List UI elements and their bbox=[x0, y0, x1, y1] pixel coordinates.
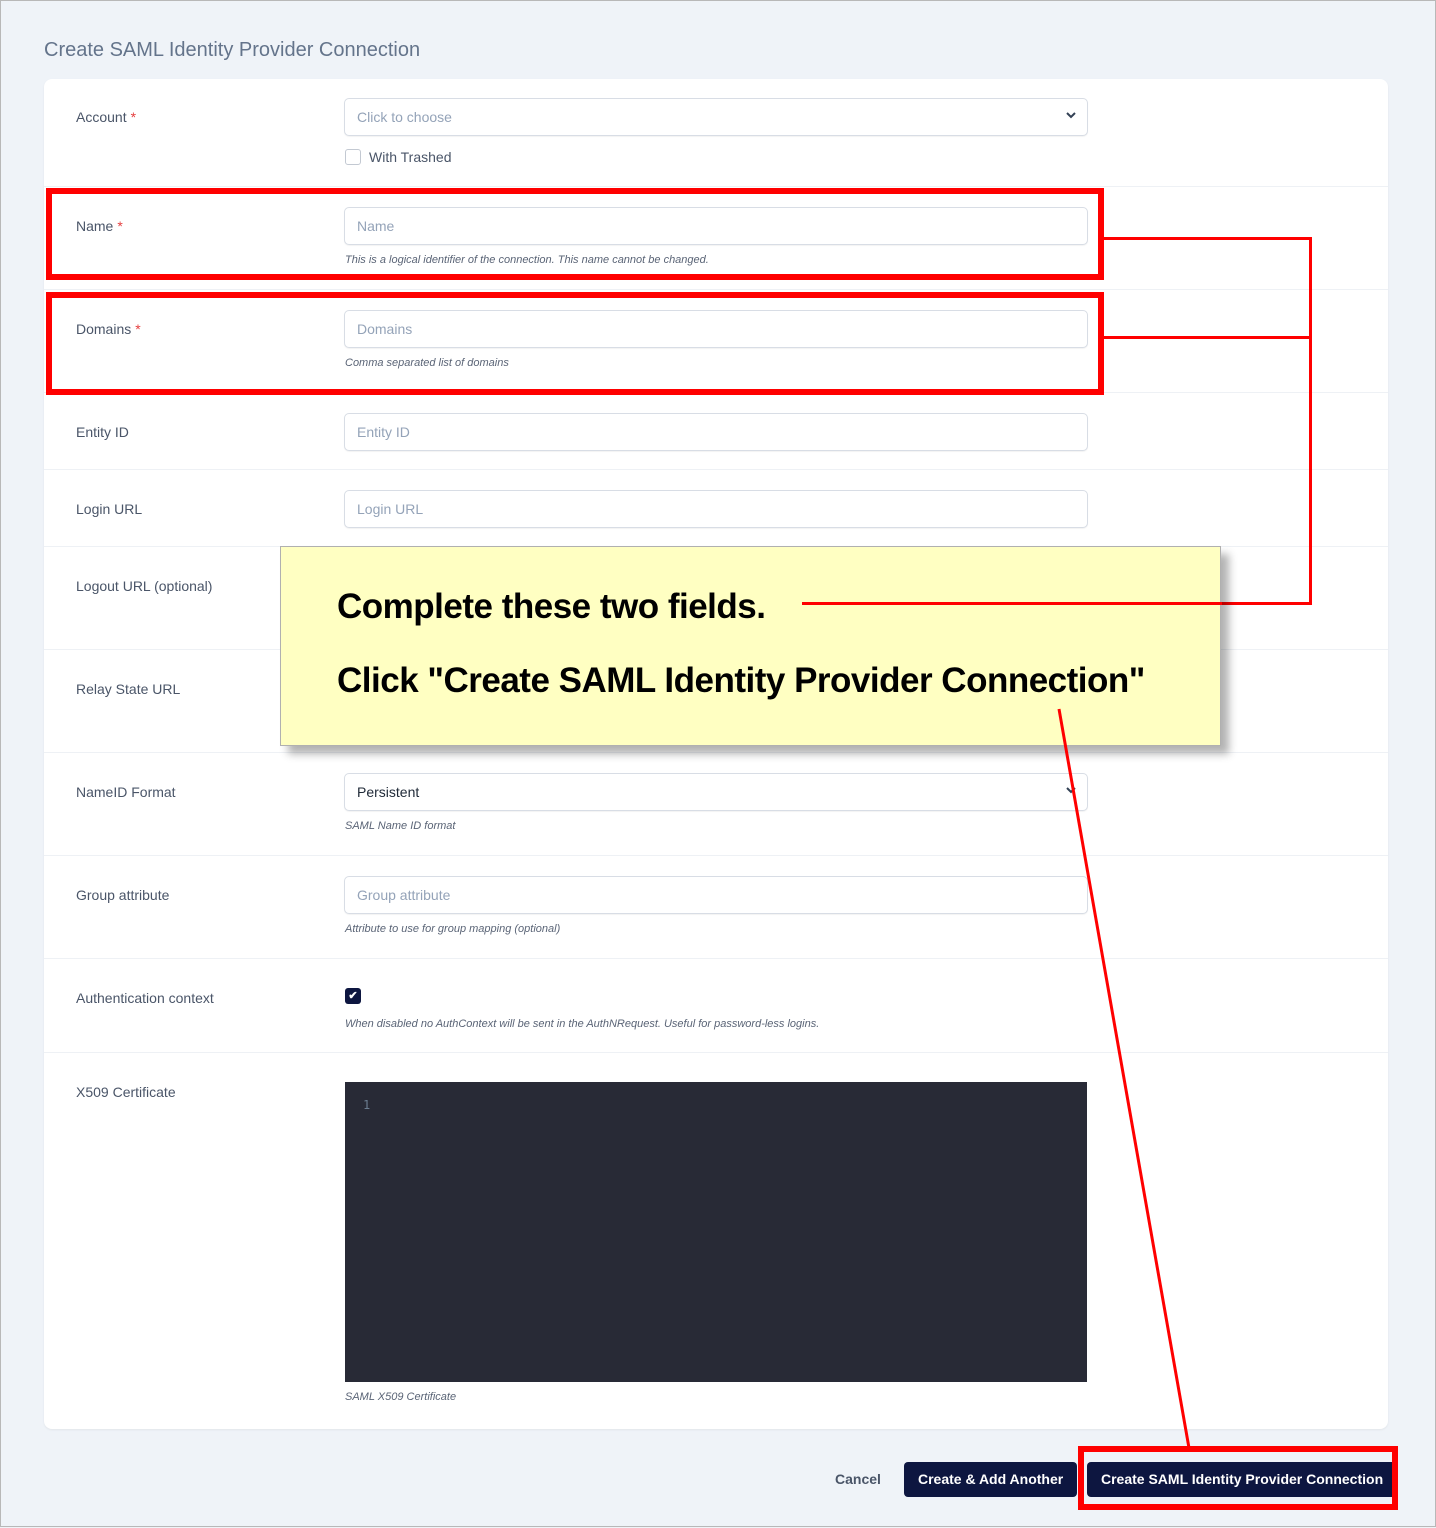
domains-help: Comma separated list of domains bbox=[345, 357, 509, 369]
nameid-format-help: SAML Name ID format bbox=[345, 820, 456, 832]
entity-id-row: Entity ID bbox=[44, 393, 1388, 470]
required-marker: * bbox=[135, 321, 141, 337]
login-url-row: Login URL bbox=[44, 470, 1388, 547]
create-connection-button[interactable]: Create SAML Identity Provider Connection bbox=[1087, 1462, 1398, 1497]
form-card: Account * Click to choose With Trashed Na… bbox=[44, 79, 1388, 1429]
chevron-down-icon bbox=[1065, 99, 1077, 135]
group-attribute-label: Group attribute bbox=[76, 887, 170, 903]
x509-help: SAML X509 Certificate bbox=[345, 1391, 457, 1403]
callout-line-2: Click "Create SAML Identity Provider Con… bbox=[337, 661, 1145, 700]
create-add-another-button[interactable]: Create & Add Another bbox=[904, 1462, 1078, 1497]
auth-context-help: When disabled no AuthContext will be sen… bbox=[345, 1018, 820, 1030]
entity-id-input[interactable] bbox=[344, 413, 1088, 451]
callout-line-1: Complete these two fields. bbox=[337, 587, 766, 626]
instruction-callout: Complete these two fields. Click "Create… bbox=[280, 546, 1221, 746]
name-help: This is a logical identifier of the conn… bbox=[345, 254, 709, 266]
entity-id-label: Entity ID bbox=[76, 424, 129, 440]
x509-label: X509 Certificate bbox=[76, 1084, 176, 1100]
with-trashed-label: With Trashed bbox=[369, 149, 452, 165]
account-label: Account * bbox=[76, 109, 137, 125]
group-attribute-input[interactable] bbox=[344, 876, 1088, 914]
account-select[interactable]: Click to choose bbox=[344, 98, 1088, 136]
domains-row: Domains* Comma separated list of domains bbox=[44, 290, 1388, 393]
relay-state-url-label: Relay State URL bbox=[76, 681, 181, 697]
nameid-format-row: NameID Format Persistent SAML Name ID fo… bbox=[44, 753, 1388, 856]
group-attribute-row: Group attribute Attribute to use for gro… bbox=[44, 856, 1388, 959]
line-number: 1 bbox=[363, 1098, 371, 1112]
with-trashed-checkbox[interactable] bbox=[345, 149, 361, 165]
login-url-label: Login URL bbox=[76, 501, 143, 517]
check-icon: ✔ bbox=[348, 990, 358, 1002]
cancel-button[interactable]: Cancel bbox=[827, 1462, 889, 1497]
account-row: Account * Click to choose With Trashed bbox=[44, 79, 1388, 187]
x509-row: X509 Certificate 1 SAML X509 Certificate bbox=[44, 1053, 1388, 1429]
nameid-format-select[interactable]: Persistent bbox=[344, 773, 1088, 811]
auth-context-label: Authentication context bbox=[76, 990, 214, 1006]
page-title: Create SAML Identity Provider Connection bbox=[44, 39, 421, 61]
auth-context-checkbox[interactable]: ✔ bbox=[345, 988, 361, 1004]
required-marker: * bbox=[130, 109, 137, 125]
x509-code-editor[interactable]: 1 bbox=[345, 1082, 1087, 1382]
required-marker: * bbox=[117, 218, 123, 234]
name-row: Name* This is a logical identifier of th… bbox=[44, 187, 1388, 290]
domains-input[interactable] bbox=[344, 310, 1088, 348]
domains-label: Domains * bbox=[76, 321, 141, 337]
name-label: Name * bbox=[76, 218, 123, 234]
logout-url-label: Logout URL (optional) bbox=[76, 578, 213, 594]
chevron-down-icon bbox=[1065, 774, 1077, 810]
with-trashed-checkbox-wrap[interactable]: With Trashed bbox=[345, 149, 451, 165]
nameid-format-label: NameID Format bbox=[76, 784, 176, 800]
name-input[interactable] bbox=[344, 207, 1088, 245]
auth-context-row: Authentication context ✔ When disabled n… bbox=[44, 959, 1388, 1053]
login-url-input[interactable] bbox=[344, 490, 1088, 528]
group-attribute-help: Attribute to use for group mapping (opti… bbox=[345, 923, 561, 935]
